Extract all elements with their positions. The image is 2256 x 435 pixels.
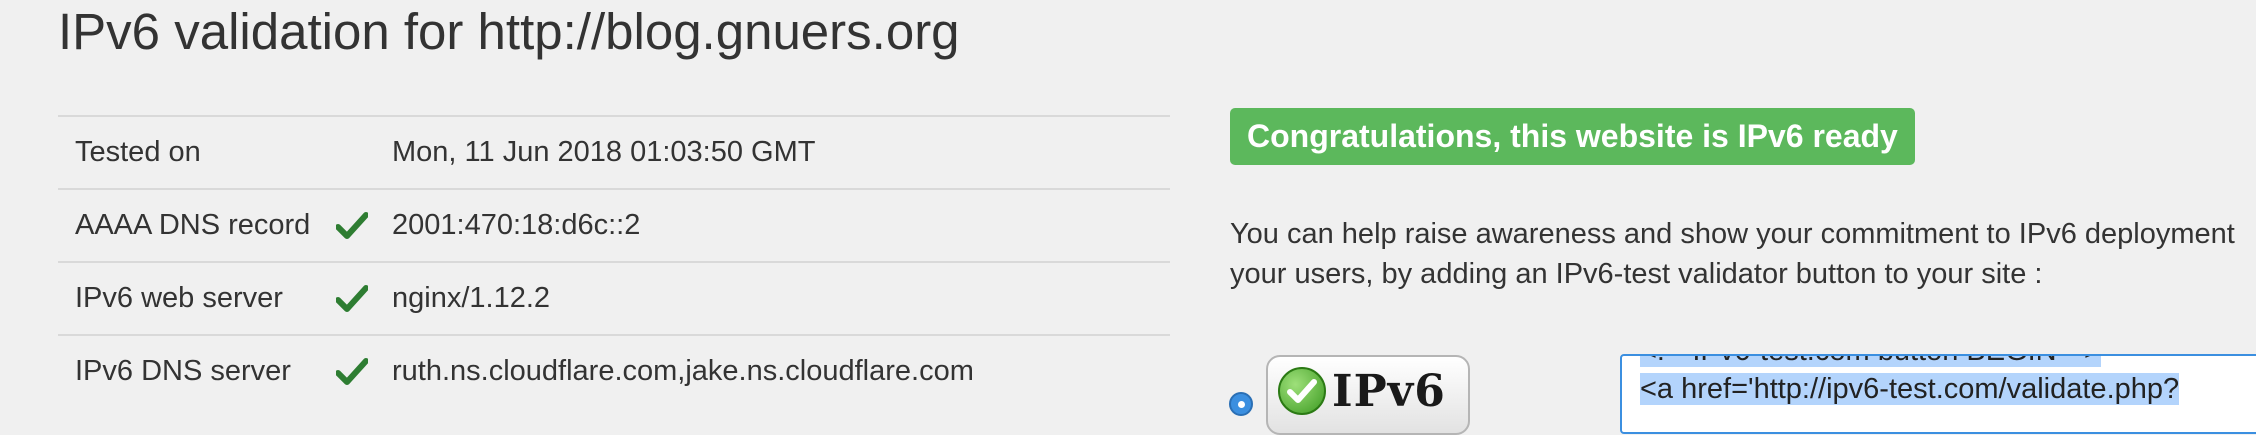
code-line-2-text: <a href='http://ipv6-test.com/validate.p… <box>1640 373 2180 405</box>
result-row-ipv6-dns-server: IPv6 DNS server ruth.ns.cloudflare.com,j… <box>58 334 1170 407</box>
result-row-aaaa-dns: AAAA DNS record 2001:470:18:d6c::2 <box>58 188 1170 261</box>
code-line-1: <!-- IPv6-test.com button BEGIN --> <box>1640 356 2256 370</box>
ipv6-ready-badge: Congratulations, this website is IPv6 re… <box>1230 108 1915 165</box>
badge-label: IPv6 <box>1332 365 1446 417</box>
result-row-tested-on: Tested on Mon, 11 Jun 2018 01:03:50 GMT <box>58 115 1170 188</box>
awareness-line-1: You can help raise awareness and show yo… <box>1230 218 2235 250</box>
result-value: nginx/1.12.2 <box>392 282 551 314</box>
awareness-text: You can help raise awareness and show yo… <box>1230 214 2256 294</box>
checkmark-icon <box>302 357 392 386</box>
checkmark-icon <box>302 284 392 313</box>
page-title: IPv6 validation for http://blog.gnuers.o… <box>58 3 960 60</box>
result-value: Mon, 11 Jun 2018 01:03:50 GMT <box>392 136 816 168</box>
result-value: 2001:470:18:d6c::2 <box>392 209 641 241</box>
badge-checkmark-icon <box>1278 367 1326 415</box>
result-value: ruth.ns.cloudflare.com,jake.ns.cloudflar… <box>392 355 974 387</box>
result-row-ipv6-web-server: IPv6 web server nginx/1.12.2 <box>58 261 1170 334</box>
result-label: IPv6 DNS server <box>75 355 291 387</box>
result-label: Tested on <box>75 136 201 168</box>
checkmark-icon <box>302 211 392 240</box>
result-label: IPv6 web server <box>75 282 283 314</box>
code-line-1-text: <!-- IPv6-test.com button BEGIN --> <box>1640 356 2101 367</box>
ipv6-button-preview[interactable]: IPv6 <box>1266 355 1470 435</box>
results-table: Tested on Mon, 11 Jun 2018 01:03:50 GMT … <box>58 115 1170 407</box>
embed-code-textarea[interactable]: <!-- IPv6-test.com button BEGIN --> <a h… <box>1620 354 2256 434</box>
button-style-radio[interactable] <box>1229 392 1253 416</box>
code-line-2: <a href='http://ipv6-test.com/validate.p… <box>1640 370 2256 408</box>
awareness-line-2: your users, by adding an IPv6-test valid… <box>1230 258 2043 290</box>
result-label: AAAA DNS record <box>75 209 311 241</box>
